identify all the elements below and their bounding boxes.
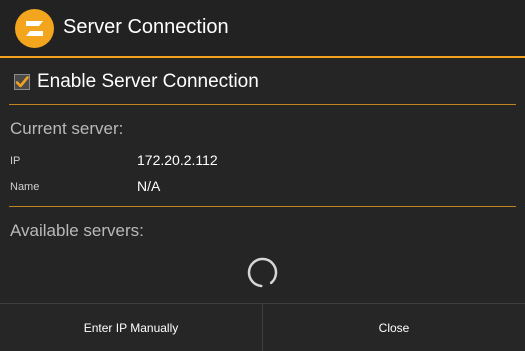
app-logo-icon: [15, 9, 54, 48]
available-servers-heading: Available servers:: [10, 221, 144, 240]
enable-server-label: Enable Server Connection: [37, 71, 259, 92]
close-button[interactable]: Close: [263, 304, 525, 351]
name-label: Name: [10, 181, 40, 193]
server-connection-dialog: Server Connection Enable Server Connecti…: [0, 0, 525, 351]
enter-ip-manually-button[interactable]: Enter IP Manually: [0, 304, 262, 351]
dialog-button-bar: Enter IP Manually Close: [0, 303, 525, 351]
loading-spinner-icon: [247, 257, 278, 288]
ip-label: IP: [10, 155, 21, 167]
dialog-titlebar: Server Connection: [0, 0, 525, 57]
title-divider: [0, 56, 525, 58]
dialog-title: Server Connection: [63, 16, 229, 38]
checkbox-checked-icon[interactable]: [14, 74, 30, 90]
current-server-heading: Current server:: [10, 119, 124, 138]
enable-server-checkbox-row[interactable]: Enable Server Connection: [14, 67, 259, 97]
ip-value: 172.20.2.112: [137, 152, 218, 168]
section-divider: [9, 206, 516, 207]
name-value: N/A: [137, 178, 161, 194]
section-divider: [9, 104, 516, 105]
